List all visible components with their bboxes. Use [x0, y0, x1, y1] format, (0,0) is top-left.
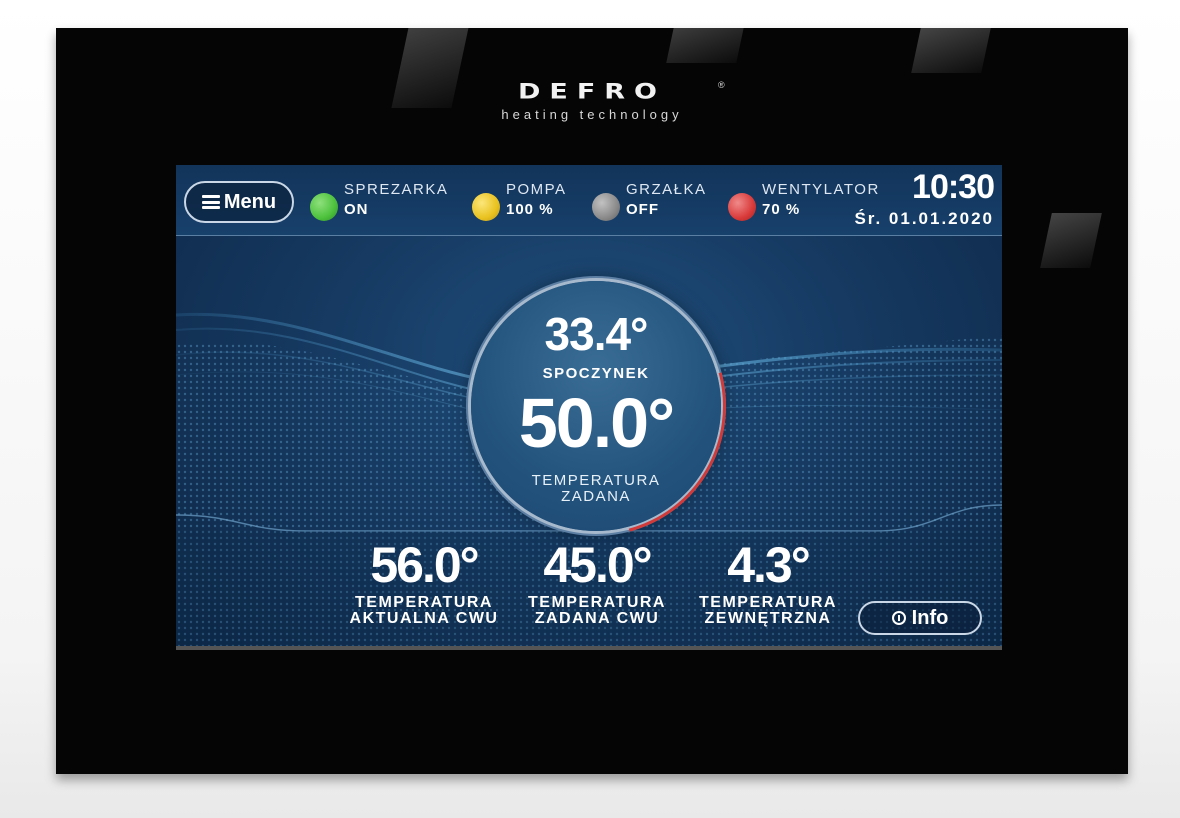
status-fan: WENTYLATOR 70 %	[728, 181, 878, 221]
info-button[interactable]: Info	[858, 601, 982, 635]
metric-dhw-actual[interactable]: 56.0° TEMPERATURA AKTUALNA CWU	[344, 537, 504, 627]
ceiling-reflection	[911, 28, 991, 73]
status-led-red-icon	[728, 193, 756, 221]
set-temperature-label: TEMPERATURA ZADANA	[471, 473, 721, 505]
status-pump: POMPA 100 %	[472, 181, 582, 221]
set-label-line1: TEMPERATURA	[531, 472, 661, 489]
info-icon	[891, 611, 906, 625]
clock-date: Śr. 01.01.2020	[854, 209, 994, 228]
set-label-line2: ZADANA	[561, 488, 631, 505]
metric-label-line2: ZADANA CWU	[534, 610, 660, 627]
status-led-gray-icon	[592, 193, 620, 221]
status-led-yellow-icon	[472, 193, 500, 221]
status-led-green-icon	[310, 193, 338, 221]
status-value: ON	[344, 201, 369, 218]
registered-mark: ®	[718, 80, 725, 90]
logo-wordmark: DEFRO	[517, 80, 667, 105]
status-value: 100 %	[506, 201, 554, 218]
metric-value: 4.3°	[727, 537, 811, 593]
brand-logo: DEFRO ® heating technology	[466, 80, 726, 140]
status-bar: Menu SPREZARKA ON POMPA 100 % GRZAŁKA OF…	[176, 165, 1002, 236]
setpoint-dial[interactable]: 33.4° SPOCZYNEK 50.0° TEMPERATURA ZADANA	[418, 228, 774, 584]
metric-outdoor[interactable]: 4.3° TEMPERATURA ZEWNĘTRZNA	[688, 537, 848, 627]
current-temperature: 33.4°	[544, 308, 649, 360]
logo-tagline: heating technology	[501, 107, 683, 122]
status-name: SPREZARKA	[344, 181, 449, 198]
status-name: POMPA	[506, 181, 567, 198]
ceiling-reflection	[666, 28, 746, 63]
status-value: OFF	[626, 201, 659, 218]
set-temperature: 50.0°	[518, 384, 675, 462]
operating-state: SPOCZYNEK	[542, 365, 650, 382]
info-label: Info	[911, 606, 949, 629]
ceiling-reflection	[1040, 213, 1102, 268]
hamburger-icon	[201, 195, 220, 209]
metric-value: 45.0°	[543, 537, 652, 593]
status-value: 70 %	[762, 201, 801, 218]
display-screen: Menu SPREZARKA ON POMPA 100 % GRZAŁKA OF…	[176, 165, 1002, 650]
metric-label-line1: TEMPERATURA	[699, 594, 837, 611]
metric-dhw-set[interactable]: 45.0° TEMPERATURA ZADANA CWU	[517, 537, 677, 627]
status-compressor: SPREZARKA ON	[310, 181, 450, 221]
ceiling-reflection	[391, 28, 471, 108]
status-name: GRZAŁKA	[626, 181, 707, 198]
metric-value: 56.0°	[370, 537, 479, 593]
menu-label: Menu	[223, 190, 277, 213]
metric-label-line2: AKTUALNA CWU	[349, 610, 499, 627]
metric-label-line1: TEMPERATURA	[355, 594, 493, 611]
metric-label-line1: TEMPERATURA	[528, 594, 666, 611]
clock-time: 10:30	[912, 168, 995, 206]
metric-label-line2: ZEWNĘTRZNA	[704, 610, 832, 627]
controller-device: DEFRO ® heating technology Menu SPREZARK…	[56, 28, 1128, 774]
status-name: WENTYLATOR	[762, 181, 880, 198]
menu-button[interactable]: Menu	[184, 181, 294, 223]
status-heater: GRZAŁKA OFF	[592, 181, 722, 221]
